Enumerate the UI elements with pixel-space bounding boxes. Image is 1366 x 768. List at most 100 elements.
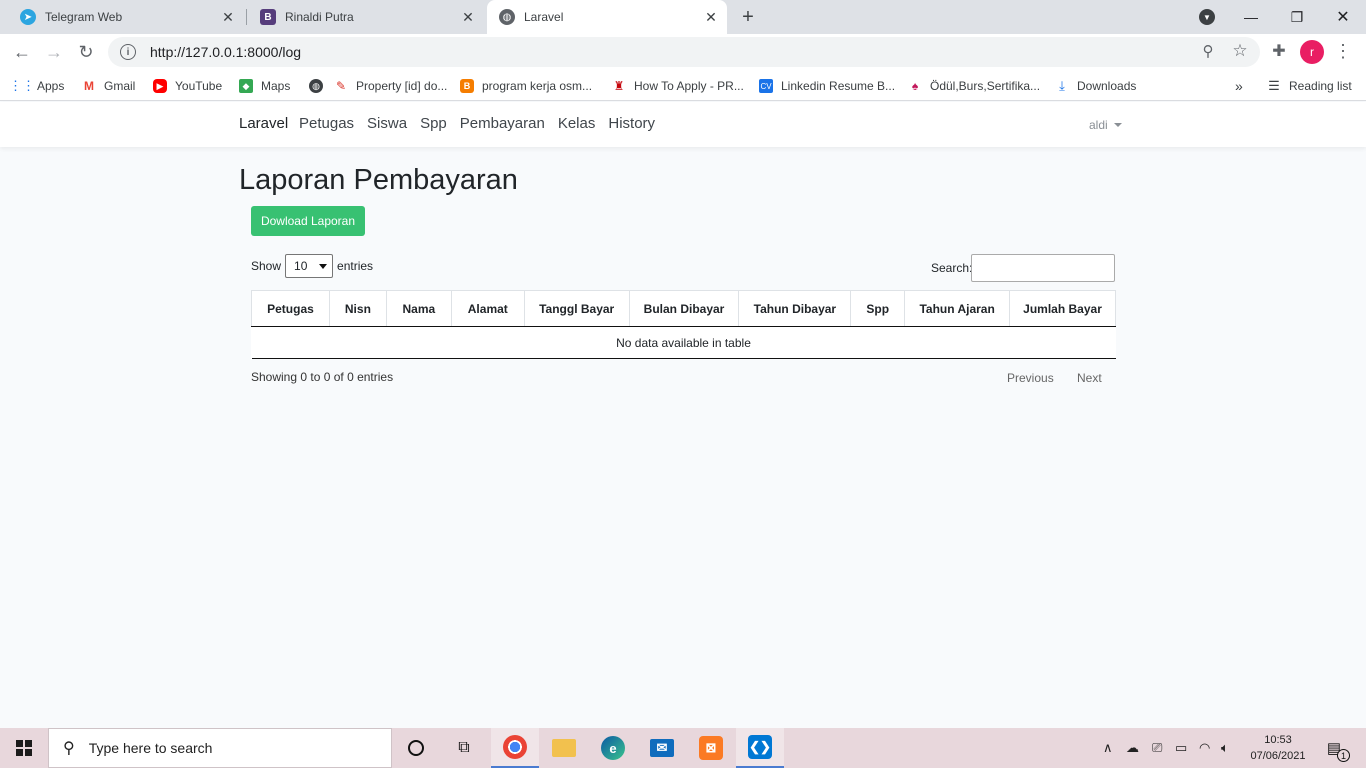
onedrive-icon[interactable]: ☁	[1126, 740, 1139, 756]
nav-link-kelas[interactable]: Kelas	[558, 115, 596, 132]
show-entries-control: Show 10 entries	[251, 254, 373, 278]
bookmark-label: Maps	[261, 79, 291, 93]
globe-icon: ◍	[309, 79, 323, 93]
close-icon[interactable]: ✕	[701, 7, 721, 27]
column-header[interactable]: Nisn	[328, 290, 387, 327]
university-icon: ♜	[613, 79, 625, 93]
zoom-icon[interactable]: ⚲	[1195, 38, 1221, 64]
clock-date: 07/06/2021	[1250, 750, 1306, 762]
bookmark-label: YouTube	[175, 79, 223, 93]
entries-select[interactable]: 10	[285, 254, 334, 278]
task-view-icon[interactable]: ⧉	[440, 728, 488, 768]
taskbar-search-placeholder: Type here to search	[88, 740, 213, 756]
navbar-links: Petugas Siswa Spp Pembayaran Kelas Histo…	[299, 115, 655, 132]
column-header[interactable]: Petugas	[251, 290, 330, 327]
url-text[interactable]: http://127.0.0.1:8000/log	[150, 44, 301, 60]
close-icon[interactable]: ✕	[218, 7, 238, 27]
column-header[interactable]: Alamat	[450, 290, 525, 327]
bookmark-maps[interactable]: ◆ Maps	[239, 76, 290, 96]
more-bookmarks-button[interactable]: »	[1235, 76, 1243, 96]
column-header[interactable]: Tanggl Bayar	[523, 290, 630, 327]
edge-icon[interactable]: e	[589, 728, 637, 768]
bookmark-apps[interactable]: ⋮⋮ Apps	[9, 76, 64, 96]
nav-link-history[interactable]: History	[608, 115, 655, 132]
download-icon: ⤓	[1059, 78, 1065, 93]
reload-icon[interactable]: ↻	[72, 38, 100, 66]
bookmark-downloads[interactable]: ⤓ Downloads	[1055, 76, 1136, 96]
column-header[interactable]: Tahun Dibayar	[738, 290, 852, 327]
empty-table-message: No data available in table	[251, 326, 1116, 359]
column-header[interactable]: Jumlah Bayar	[1009, 290, 1116, 327]
reading-list-button[interactable]: ☰ Reading list	[1267, 76, 1352, 96]
bookmark-label: Ödül,Burs,Sertifika...	[930, 79, 1041, 93]
bookmark-label: Gmail	[104, 79, 136, 93]
bookmark-how-to-apply[interactable]: ♜ How To Apply - PR...	[612, 76, 744, 96]
cortana-icon[interactable]	[392, 728, 440, 768]
taskbar-clock[interactable]: 10:53 07/06/2021	[1248, 732, 1308, 764]
bookmark-odul-burs[interactable]: ♠ Ödül,Burs,Sertifika...	[908, 76, 1040, 96]
nav-link-spp[interactable]: Spp	[420, 115, 447, 132]
tab-rinaldi-putra[interactable]: B Rinaldi Putra ✕	[248, 0, 484, 34]
user-dropdown[interactable]: aldi	[1089, 118, 1122, 132]
payment-report-table: Petugas Nisn Nama Alamat Tanggl Bayar Bu…	[251, 290, 1116, 359]
tab-search-icon[interactable]: ▼	[1199, 9, 1215, 25]
nav-link-siswa[interactable]: Siswa	[367, 115, 407, 132]
bookmark-label: Property [id] do...	[356, 79, 448, 93]
mail-icon[interactable]: ✉	[638, 728, 686, 768]
extensions-icon[interactable]: ✚	[1266, 38, 1292, 64]
bookmark-program-kerja[interactable]: B program kerja osm...	[460, 76, 592, 96]
bookmark-gmail[interactable]: M Gmail	[82, 76, 135, 96]
xampp-icon[interactable]: ⊠	[687, 728, 735, 768]
bookmark-star-icon[interactable]: ☆	[1227, 38, 1253, 64]
taskbar-search-box[interactable]: ⚲ Type here to search	[48, 728, 392, 768]
back-arrow-icon[interactable]: ←	[8, 38, 36, 66]
nav-link-petugas[interactable]: Petugas	[299, 115, 354, 132]
address-bar[interactable]: i http://127.0.0.1:8000/log	[108, 37, 1260, 67]
meet-now-icon[interactable]: ⎚	[1152, 740, 1162, 756]
chrome-icon[interactable]	[491, 728, 539, 768]
column-header[interactable]: Nama	[385, 290, 452, 327]
clock-time: 10:53	[1264, 734, 1292, 746]
maps-icon: ◆	[239, 79, 253, 93]
close-icon[interactable]: ✕	[458, 7, 478, 27]
notification-center-icon[interactable]: ▤ 1	[1322, 736, 1350, 762]
vscode-icon[interactable]: ❮❯	[736, 728, 784, 768]
youtube-icon: ▶	[153, 79, 167, 93]
search-input[interactable]	[971, 254, 1115, 282]
browser-toolbar: ← → ↻ i http://127.0.0.1:8000/log ⚲ ☆ ✚ …	[0, 34, 1366, 70]
close-window-icon[interactable]: ✕	[1320, 0, 1366, 34]
forward-arrow-icon[interactable]: →	[40, 38, 68, 66]
restore-icon[interactable]: ❐	[1274, 0, 1320, 34]
battery-icon[interactable]: ▭	[1175, 740, 1187, 756]
browser-tab-strip: ➤ Telegram Web ✕ B Rinaldi Putra ✕ ◍ Lar…	[0, 0, 1366, 34]
file-explorer-icon[interactable]	[540, 728, 588, 768]
column-header[interactable]: Tahun Ajaran	[904, 290, 1011, 327]
navbar-brand[interactable]: Laravel	[239, 115, 288, 132]
pagination-next[interactable]: Next	[1077, 371, 1102, 385]
site-info-icon[interactable]: i	[120, 44, 136, 60]
minimize-icon[interactable]: —	[1228, 0, 1274, 34]
bookmark-youtube[interactable]: ▶ YouTube	[153, 76, 222, 96]
new-tab-button[interactable]: +	[736, 5, 760, 29]
download-report-button[interactable]: Dowload Laporan	[251, 206, 365, 236]
bookmark-globe[interactable]: ◍	[309, 76, 331, 96]
bookmark-label: program kerja osm...	[482, 79, 593, 93]
table-info: Showing 0 to 0 of 0 entries	[251, 370, 394, 384]
column-header[interactable]: Spp	[850, 290, 906, 327]
gmail-icon: M	[84, 79, 94, 93]
start-button[interactable]	[0, 728, 48, 768]
tab-laravel[interactable]: ◍ Laravel ✕	[487, 0, 727, 34]
nav-link-pembayaran[interactable]: Pembayaran	[460, 115, 545, 132]
profile-avatar[interactable]: r	[1300, 40, 1324, 64]
pagination-previous[interactable]: Previous	[1007, 371, 1054, 385]
wifi-icon[interactable]: ◠	[1199, 740, 1210, 756]
tab-telegram-web[interactable]: ➤ Telegram Web ✕	[8, 0, 244, 34]
chrome-menu-icon[interactable]: ⋮	[1330, 38, 1356, 64]
caret-down-icon	[1113, 123, 1122, 127]
bookmark-linkedin-resume[interactable]: CV Linkedin Resume B...	[759, 76, 895, 96]
volume-icon[interactable]: 🔈︎	[1221, 740, 1229, 756]
tab-title: Laravel	[524, 10, 564, 24]
bookmark-property[interactable]: ✎ Property [id] do...	[334, 76, 447, 96]
column-header[interactable]: Bulan Dibayar	[628, 290, 740, 327]
chevron-up-icon[interactable]: ∧	[1103, 740, 1113, 756]
